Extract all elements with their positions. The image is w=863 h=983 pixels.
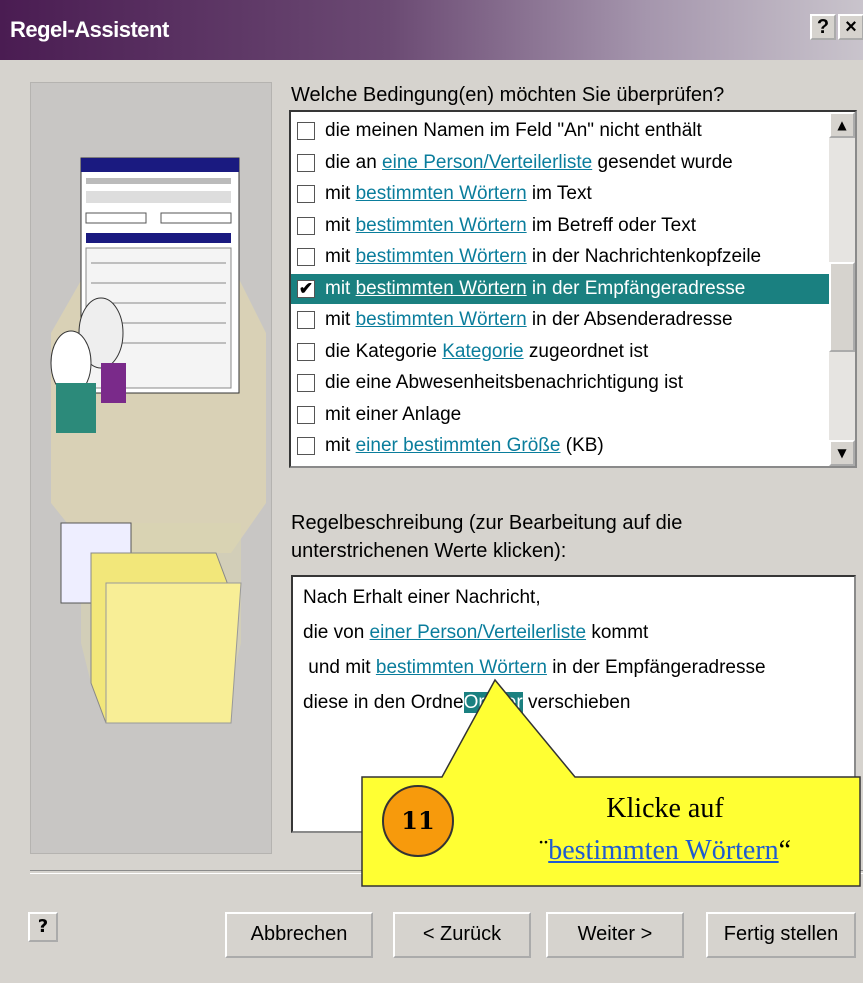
open-quote: ¨ [538,835,549,866]
callout-line-2: ¨bestimmten Wörtern“ [470,830,860,872]
wizard-window: Regel-Assistent ? × Welche Bedingung(en)… [0,0,863,983]
callout-link[interactable]: bestimmten Wörtern [548,835,778,866]
step-number-badge: 11 [382,785,454,857]
callout-line-1: Klicke auf [606,793,724,824]
callout-text: Klicke auf ¨bestimmten Wörtern“ [470,788,860,872]
close-quote: “ [778,835,792,866]
